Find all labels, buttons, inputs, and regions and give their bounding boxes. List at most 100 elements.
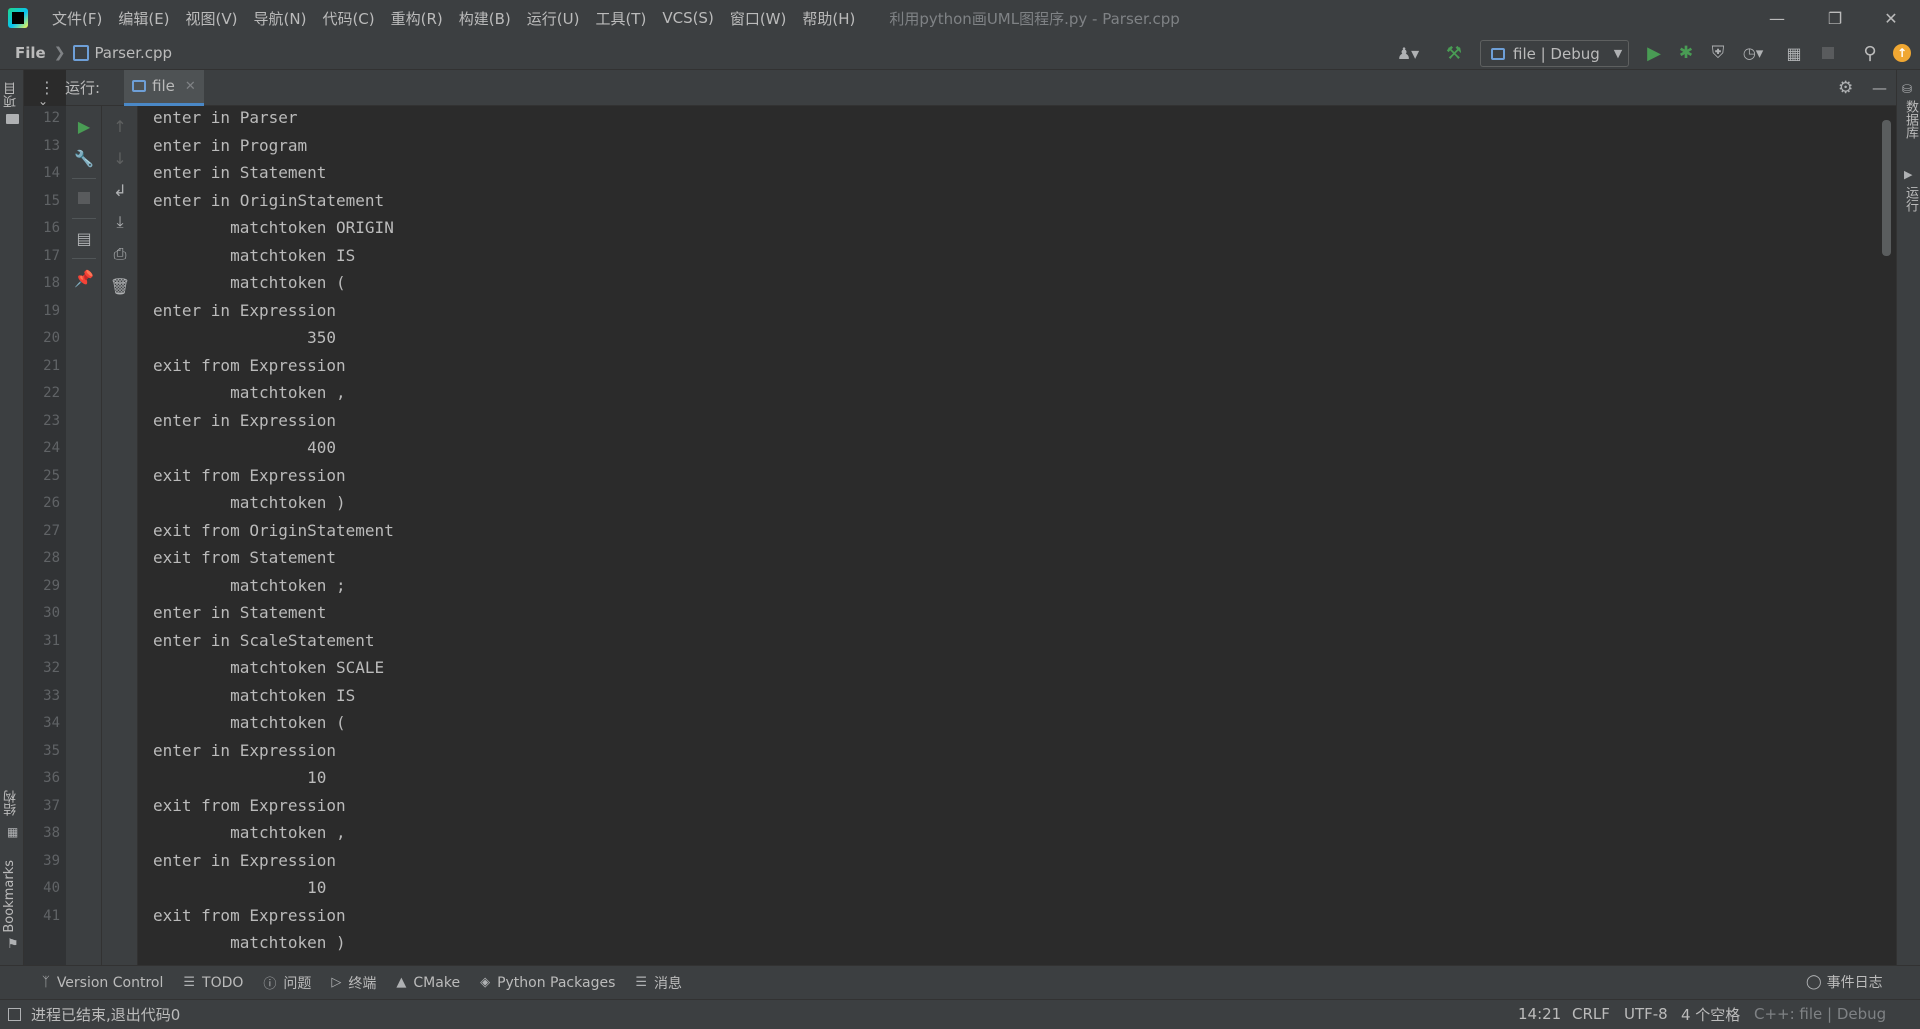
minimize-icon[interactable]: — (1748, 0, 1806, 36)
problems-tab[interactable]: ⓘ 问题 (257, 966, 317, 1000)
menu-navigate[interactable]: 导航(N) (246, 8, 315, 29)
console-line: matchtoken ) (153, 933, 346, 952)
soft-wrap-icon[interactable]: ↲ (110, 180, 130, 200)
vcs-user-icon[interactable]: ♟▾ (1390, 36, 1426, 70)
caret-position[interactable]: 14:21 (1518, 999, 1561, 1029)
project-tab[interactable]: 项目 (2, 82, 21, 108)
scroll-to-end-icon[interactable]: ⤓ (110, 212, 130, 232)
search-icon[interactable]: ⚲ (1858, 36, 1882, 70)
profile-icon[interactable]: ◷▾ (1736, 36, 1770, 70)
attach-debugger-icon[interactable]: ▦ (1782, 36, 1806, 70)
event-log-tab[interactable]: ◯ 事件日志 (1806, 965, 1883, 999)
console-line: exit from OriginStatement (153, 520, 394, 540)
stop-icon[interactable] (1816, 36, 1840, 70)
menu-refactor[interactable]: 重构(R) (383, 8, 451, 29)
debug-bug-icon[interactable]: ✱ (1674, 36, 1698, 70)
run-toolbar: ▶ 🔧 ▤ 📌 (66, 106, 102, 965)
toolbar-divider (72, 218, 96, 219)
indent-setting[interactable]: 4 个空格 (1681, 999, 1740, 1029)
line-number: 25 (43, 467, 60, 484)
console-line: 10 (153, 878, 327, 897)
line-number: 30 (43, 605, 60, 621)
line-number: 14 (43, 165, 60, 181)
build-hammer-icon[interactable]: ⚒ (1442, 36, 1466, 70)
console-line: matchtoken ( (153, 713, 346, 732)
python-packages-tab[interactable]: ◈ Python Packages (474, 966, 621, 1000)
breadcrumb-file[interactable]: Parser.cpp (94, 44, 172, 62)
run-tab-file[interactable]: file ✕ (124, 69, 204, 106)
stop-icon[interactable] (74, 188, 94, 208)
line-number: 34 (43, 715, 60, 731)
menu-code[interactable]: 代码(C) (314, 8, 382, 29)
line-number: 26 (43, 495, 60, 511)
run-window-tab[interactable]: 运行 (1901, 186, 1920, 212)
close-icon[interactable]: ✕ (1862, 0, 1920, 36)
rerun-icon[interactable]: ▶ (74, 116, 94, 136)
file-encoding[interactable]: UTF-8 (1624, 999, 1668, 1029)
line-number: 27 (43, 522, 60, 539)
run-config-selector[interactable]: file | Debug ▼ (1480, 40, 1629, 67)
pin-icon[interactable]: 📌 (74, 268, 94, 288)
console-line: matchtoken ) (153, 493, 346, 512)
menu-tools[interactable]: 工具(T) (587, 8, 654, 29)
menu-run[interactable]: 运行(U) (519, 8, 588, 29)
todo-tab[interactable]: ☰ TODO (177, 966, 249, 1000)
console-output[interactable]: enter in Parser enter in Program enter in … (138, 106, 1878, 965)
trash-icon[interactable]: 🗑 (110, 276, 130, 296)
console-line: enter in Program (153, 135, 308, 155)
bookmarks-tab[interactable]: Bookmarks (2, 860, 17, 933)
run-config-icon (132, 80, 147, 92)
down-arrow-icon[interactable]: ↓ (110, 148, 130, 168)
gear-icon[interactable]: ⚙ (1838, 78, 1853, 98)
console-line: matchtoken ORIGIN (153, 218, 394, 237)
line-separator[interactable]: CRLF (1572, 999, 1610, 1029)
cmake-tab[interactable]: ▲ CMake (390, 966, 466, 1000)
line-number: 29 (43, 577, 60, 594)
line-number: 38 (43, 825, 60, 841)
clion-logo-icon (8, 8, 28, 28)
wrench-icon[interactable]: 🔧 (74, 148, 94, 168)
event-log-label: 事件日志 (1826, 975, 1883, 991)
right-tool-stripe: ⛁ 数据库 ▶ 运行 (1896, 70, 1920, 965)
toolbar-divider (72, 178, 96, 179)
line-number: 20 (43, 330, 60, 346)
console-line: matchtoken ( (153, 273, 346, 292)
menu-vcs[interactable]: VCS(S) (654, 9, 721, 27)
menu-build[interactable]: 构建(B) (451, 8, 519, 29)
run-tool-window-header: ⋮ ⌄ 运行: file ✕ ⚙ — (38, 69, 1896, 108)
menu-view[interactable]: 视图(V) (178, 8, 246, 29)
console-line: matchtoken IS (153, 685, 356, 705)
update-available-icon[interactable]: ↑ (1890, 36, 1914, 70)
up-arrow-icon[interactable]: ↑ (110, 116, 130, 136)
cmake-icon: ▲ (396, 975, 407, 990)
menu-help[interactable]: 帮助(H) (794, 8, 863, 29)
line-number: 13 (43, 137, 60, 154)
menu-edit[interactable]: 编辑(E) (110, 8, 177, 29)
restore-icon[interactable]: ❐ (1806, 0, 1864, 36)
structure-tab[interactable]: 结构 (2, 790, 21, 816)
chevron-down-icon[interactable]: ⌄ (38, 94, 48, 108)
messages-tab[interactable]: ☰ 消息 (629, 966, 688, 1000)
console-scrollbar[interactable] (1882, 120, 1891, 256)
print-icon[interactable]: ⎙ (110, 244, 130, 264)
toggle-tool-windows-icon[interactable] (8, 1008, 21, 1021)
menu-file[interactable]: 文件(F) (44, 8, 110, 29)
line-number: 23 (43, 412, 60, 429)
context-selector[interactable]: C++: file | Debug (1754, 999, 1886, 1029)
chevron-down-icon: ▼ (1613, 47, 1623, 60)
console-line: matchtoken ; (153, 575, 346, 595)
run-icon[interactable]: ▶ (1642, 36, 1666, 70)
version-control-tab[interactable]: ᛉ Version Control (36, 966, 169, 1000)
menu-window[interactable]: 窗口(W) (722, 8, 795, 29)
close-tab-icon[interactable]: ✕ (185, 79, 196, 94)
database-tab[interactable]: 数据库 (1901, 100, 1920, 139)
terminal-tab[interactable]: ▷ 终端 (325, 966, 382, 1000)
cpp-file-icon (73, 44, 90, 61)
bookmark-icon: ⚑ (7, 937, 19, 952)
coverage-icon[interactable]: ⛨ (1706, 36, 1730, 70)
breadcrumb-project[interactable]: File (15, 44, 46, 62)
hide-panel-icon[interactable]: — (1872, 79, 1887, 97)
console-line: enter in Expression (153, 740, 337, 760)
packages-icon: ◈ (480, 975, 491, 990)
layout-icon[interactable]: ▤ (74, 228, 94, 248)
